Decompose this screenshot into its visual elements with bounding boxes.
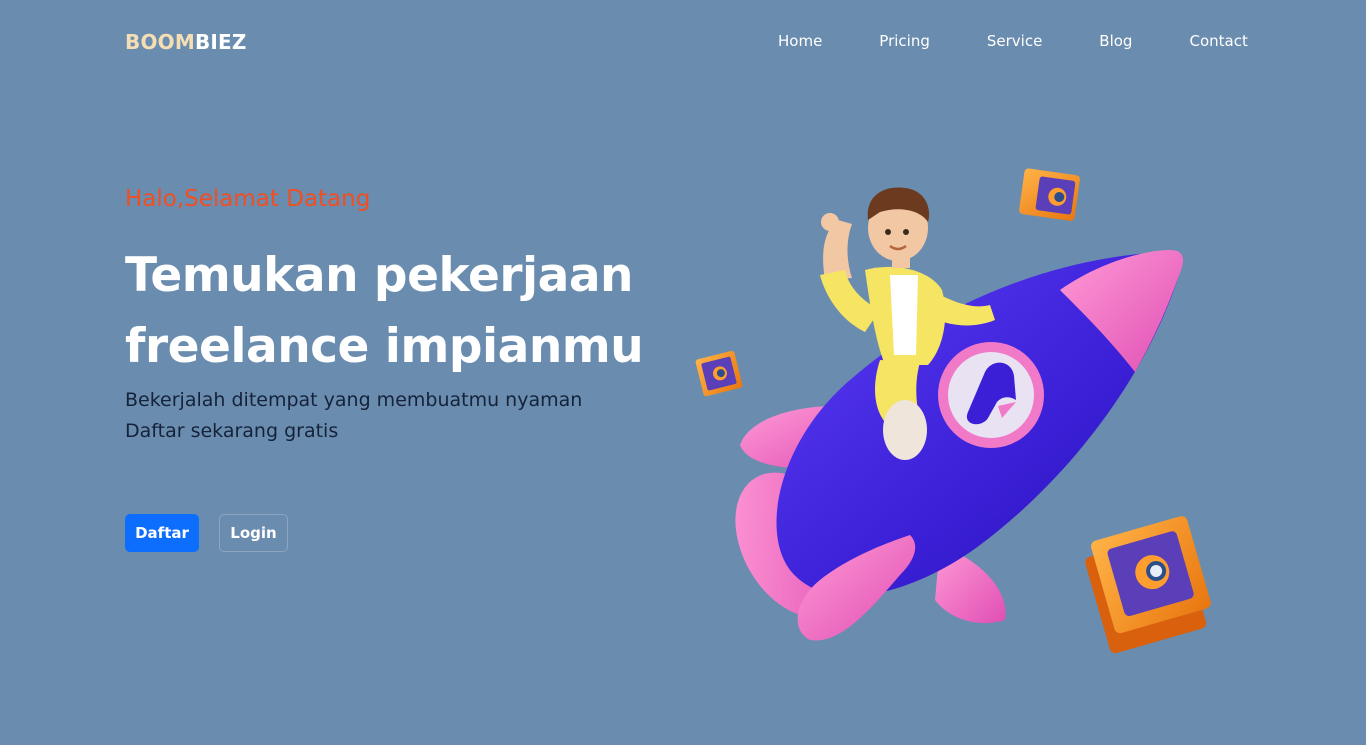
nav-link-contact[interactable]: Contact <box>1189 32 1247 50</box>
nav-link-service[interactable]: Service <box>987 32 1042 50</box>
nav-link-pricing[interactable]: Pricing <box>879 32 930 50</box>
brand-logo[interactable]: BOOMBIEZ <box>125 30 247 54</box>
hero-subtext: Bekerjalah ditempat yang membuatmu nyama… <box>125 389 583 442</box>
main-nav: Home Pricing Service Blog Contact <box>778 32 1248 50</box>
nav-link-home[interactable]: Home <box>778 32 822 50</box>
register-button[interactable]: Daftar <box>125 514 199 552</box>
hero-greeting: Halo,Selamat Datang <box>125 186 371 212</box>
hero-illustration <box>695 168 1211 654</box>
brand-part2: BIEZ <box>194 30 247 54</box>
login-button[interactable]: Login <box>219 514 288 552</box>
navbar: BOOMBIEZ Home Pricing Service Blog Conta… <box>0 0 1366 86</box>
blender-cube-icon <box>1019 168 1080 221</box>
blender-cube-icon <box>695 350 743 397</box>
nav-link-blog[interactable]: Blog <box>1099 32 1132 50</box>
brand-part1: BOOM <box>125 30 195 54</box>
hero-headline: Temukan pekerjaan freelance impianmu <box>125 248 644 374</box>
blender-cube-icon <box>1085 516 1211 654</box>
